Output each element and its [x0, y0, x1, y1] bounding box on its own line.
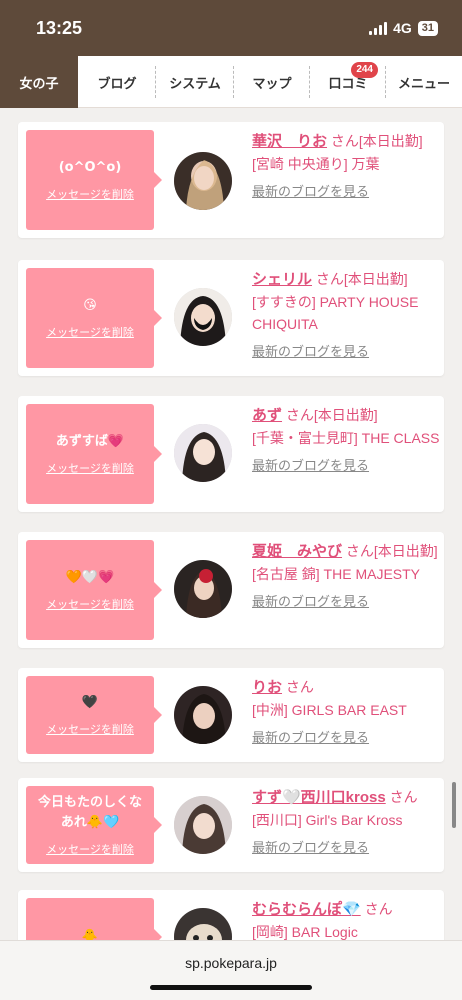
- avatar[interactable]: [174, 152, 232, 210]
- tab-system[interactable]: システム: [156, 56, 234, 108]
- tab-label: ブログ: [97, 75, 137, 91]
- shop-name[interactable]: [すすきの] PARTY HOUSE CHIQUITA: [252, 294, 418, 332]
- avatar[interactable]: [174, 686, 232, 744]
- cast-name-link[interactable]: むらむらんぽ💎: [252, 901, 361, 918]
- cast-info: あず さん[本日出勤] [千葉・富士見町] THE CLASS 最新のブログを見…: [252, 404, 442, 477]
- cast-name-link[interactable]: あず: [252, 407, 282, 424]
- list-item: 🖤 メッセージを削除 りお さん [中洲] GIRLS BAR EAST 最新の…: [18, 668, 444, 762]
- cast-name-link[interactable]: すず🤍西川口kross: [252, 789, 386, 806]
- cast-suffix: さん[本日出勤]: [315, 271, 408, 287]
- avatar[interactable]: [174, 288, 232, 346]
- network-label: 4G: [393, 20, 412, 36]
- list-item: 😘 メッセージを削除 シェリル さん[本日出勤] [すすきの] PARTY HO…: [18, 260, 444, 376]
- delete-message-link[interactable]: メッセージを削除: [46, 721, 134, 737]
- cast-name-link[interactable]: 華沢 りお: [252, 133, 327, 150]
- list-item: 今日もたのしくなあれ🐥🩵 メッセージを削除 すず🤍西川口kross さん [西川…: [18, 778, 444, 872]
- tab-reviews[interactable]: 口コミ 244: [310, 56, 386, 108]
- tab-blog[interactable]: ブログ: [78, 56, 156, 108]
- tab-label: 女の子: [19, 75, 59, 91]
- message-text: 🖤: [81, 695, 99, 710]
- delete-message-link[interactable]: メッセージを削除: [46, 596, 134, 612]
- latest-blog-link[interactable]: 最新のブログを見る: [252, 455, 442, 477]
- shop-name[interactable]: [千葉・富士見町] THE CLASS: [252, 430, 439, 446]
- cast-info: すず🤍西川口kross さん [西川口] Girl's Bar Kross 最新…: [252, 786, 442, 859]
- delete-message-link[interactable]: メッセージを削除: [46, 841, 134, 857]
- message-bubble: 🧡🤍💗 メッセージを削除: [26, 540, 162, 640]
- message-text: (o^O^o): [58, 160, 122, 175]
- cast-info: 華沢 りお さん[本日出勤] [宮崎 中央通り] 万葉 最新のブログを見る: [252, 130, 442, 203]
- tab-label: マップ: [252, 75, 292, 91]
- shop-name[interactable]: [西川口] Girl's Bar Kross: [252, 812, 402, 828]
- nav-bar: 女の子 ブログ システム マップ 口コミ 244 メニュー: [0, 56, 462, 108]
- message-bubble: 😘 メッセージを削除: [26, 268, 162, 368]
- browser-bottom-bar: sp.pokepara.jp: [0, 940, 462, 1000]
- list-item: あずすば💗 メッセージを削除 あず さん[本日出勤] [千葉・富士見町] THE…: [18, 396, 444, 512]
- cast-name-link[interactable]: りお: [252, 679, 282, 696]
- latest-blog-link[interactable]: 最新のブログを見る: [252, 727, 442, 749]
- delete-message-link[interactable]: メッセージを削除: [46, 460, 134, 476]
- cast-name-link[interactable]: シェリル: [252, 271, 312, 288]
- shop-name[interactable]: [中洲] GIRLS BAR EAST: [252, 702, 407, 718]
- status-time: 13:25: [36, 18, 83, 38]
- cast-info: 夏姫 みやび さん[本日出勤] [名古屋 錦] THE MAJESTY 最新のブ…: [252, 540, 442, 613]
- url-label[interactable]: sp.pokepara.jp: [0, 955, 462, 971]
- shop-name[interactable]: [岡崎] BAR Logic: [252, 924, 358, 940]
- avatar[interactable]: [174, 424, 232, 482]
- latest-blog-link[interactable]: 最新のブログを見る: [252, 341, 442, 363]
- latest-blog-link[interactable]: 最新のブログを見る: [252, 591, 442, 613]
- battery-icon: 31: [417, 20, 438, 36]
- cast-info: りお さん [中洲] GIRLS BAR EAST 最新のブログを見る: [252, 676, 442, 749]
- status-bar: 13:25 4G 31: [0, 0, 462, 56]
- cast-suffix: さん[本日出勤]: [345, 543, 438, 559]
- message-bubble: (o^O^o) メッセージを削除: [26, 130, 162, 230]
- tab-label: システム: [169, 75, 221, 91]
- avatar[interactable]: [174, 560, 232, 618]
- cast-suffix: さん: [285, 679, 314, 695]
- latest-blog-link[interactable]: 最新のブログを見る: [252, 837, 442, 859]
- message-text: 🧡🤍💗: [65, 570, 115, 585]
- list-item: (o^O^o) メッセージを削除 華沢 りお さん[本日出勤] [宮崎 中央通り…: [18, 122, 444, 238]
- message-bubble: あずすば💗 メッセージを削除: [26, 404, 162, 504]
- message-text: 😘: [83, 298, 97, 313]
- message-bubble: 🖤 メッセージを削除: [26, 676, 162, 754]
- shop-name[interactable]: [宮崎 中央通り] 万葉: [252, 156, 380, 172]
- cast-suffix: さん[本日出勤]: [285, 407, 378, 423]
- cast-suffix: さん: [389, 789, 418, 805]
- tab-label: メニュー: [397, 75, 450, 91]
- latest-blog-link[interactable]: 最新のブログを見る: [252, 181, 442, 203]
- tab-menu[interactable]: メニュー: [386, 56, 462, 108]
- message-bubble: 今日もたのしくなあれ🐥🩵 メッセージを削除: [26, 786, 162, 864]
- status-indicators: 4G 31: [369, 20, 438, 36]
- cast-suffix: さん: [364, 901, 393, 917]
- tab-map[interactable]: マップ: [234, 56, 310, 108]
- message-text: 今日もたのしくなあれ🐥🩵: [37, 795, 142, 830]
- home-indicator[interactable]: [150, 985, 312, 990]
- cast-name-link[interactable]: 夏姫 みやび: [252, 543, 342, 560]
- cast-info: むらむらんぽ💎 さん [岡崎] BAR Logic: [252, 898, 442, 943]
- avatar[interactable]: [174, 796, 232, 854]
- delete-message-link[interactable]: メッセージを削除: [46, 186, 134, 202]
- scrollbar[interactable]: [452, 782, 456, 828]
- message-text: あずすば💗: [55, 434, 125, 449]
- cast-suffix: さん[本日出勤]: [330, 133, 423, 149]
- list-item: 🧡🤍💗 メッセージを削除 夏姫 みやび さん[本日出勤] [名古屋 錦] THE…: [18, 532, 444, 648]
- signal-icon: [369, 21, 388, 35]
- delete-message-link[interactable]: メッセージを削除: [46, 324, 134, 340]
- shop-name[interactable]: [名古屋 錦] THE MAJESTY: [252, 566, 420, 582]
- tab-girls[interactable]: 女の子: [0, 56, 78, 108]
- reviews-badge: 244: [351, 62, 378, 78]
- cast-info: シェリル さん[本日出勤] [すすきの] PARTY HOUSE CHIQUIT…: [252, 268, 442, 363]
